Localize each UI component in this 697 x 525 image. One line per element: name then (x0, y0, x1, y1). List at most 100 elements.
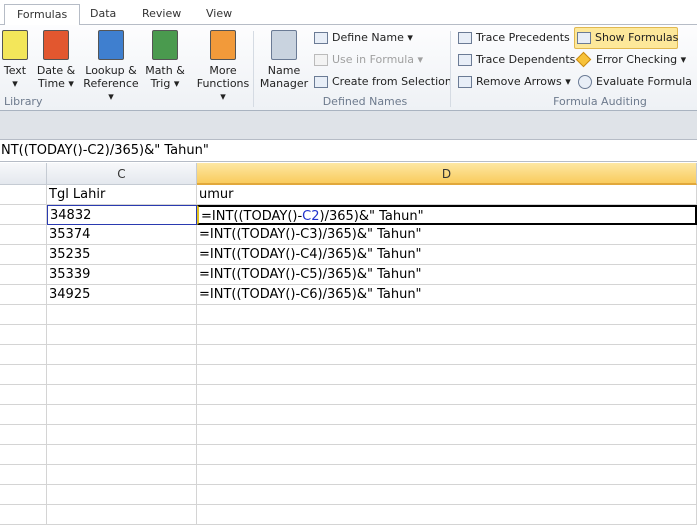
cell-d[interactable] (197, 445, 697, 465)
cell-c[interactable] (47, 485, 197, 505)
cell-c[interactable]: 35235 (47, 245, 197, 265)
cell[interactable] (0, 185, 47, 205)
table-row (0, 305, 697, 325)
cell[interactable] (0, 365, 47, 385)
cell[interactable] (0, 425, 47, 445)
divider (450, 31, 451, 107)
cell-d[interactable] (197, 305, 697, 325)
book-icon (98, 30, 124, 60)
cell-c[interactable]: 34832 (47, 205, 197, 225)
cell[interactable] (0, 485, 47, 505)
cell-c[interactable] (47, 465, 197, 485)
cell-c[interactable] (47, 445, 197, 465)
cell-c[interactable] (47, 345, 197, 365)
column-header-c[interactable]: C (47, 163, 197, 185)
table-row (0, 445, 697, 465)
cell-c[interactable] (47, 365, 197, 385)
cell[interactable] (0, 505, 47, 525)
cell-d[interactable] (197, 385, 697, 405)
cell[interactable] (0, 445, 47, 465)
cell[interactable] (0, 325, 47, 345)
cell-d[interactable]: =INT((TODAY()-C4)/365)&" Tahun" (197, 245, 697, 265)
cell-c[interactable] (47, 385, 197, 405)
fx-icon (314, 54, 328, 66)
book-icon (2, 30, 28, 60)
cell-c[interactable]: Tgl Lahir (47, 185, 197, 205)
cell-c[interactable]: 34925 (47, 285, 197, 305)
table-row: 35235 =INT((TODAY()-C4)/365)&" Tahun" (0, 245, 697, 265)
cell-d[interactable]: =INT((TODAY()-C3)/365)&" Tahun" (197, 225, 697, 245)
book-icon (152, 30, 178, 60)
remove-arrows-icon (458, 76, 472, 88)
label: Math & (145, 64, 185, 77)
function-library-button[interactable]: Math & Trig ▾ (142, 28, 188, 90)
cell-d[interactable] (197, 465, 697, 485)
function-library-button[interactable]: Date & Time ▾ (36, 28, 76, 90)
cell-c[interactable] (47, 305, 197, 325)
cell-c[interactable] (47, 425, 197, 445)
trace-dependents-button[interactable]: Trace Dependents (456, 50, 575, 70)
trace-precedents-button[interactable]: Trace Precedents (456, 28, 570, 48)
cell-c[interactable] (47, 325, 197, 345)
label: More (209, 64, 237, 77)
table-row (0, 425, 697, 445)
cell-d[interactable] (197, 505, 697, 525)
name-manager-button[interactable]: Name Manager (258, 28, 310, 90)
create-from-selection-button[interactable]: Create from Selection (312, 72, 452, 92)
ribbon: Text ▾ Date & Time ▾ Lookup & Reference ▾ Math… (0, 25, 697, 111)
group-label-library: Library (4, 95, 43, 108)
cell-d[interactable] (197, 485, 697, 505)
cell-c[interactable]: 35339 (47, 265, 197, 285)
cell[interactable] (0, 245, 47, 265)
use-in-formula-button[interactable]: Use in Formula ▾ (312, 50, 423, 70)
cell[interactable] (0, 225, 47, 245)
cell[interactable] (0, 285, 47, 305)
cell-d[interactable]: =INT((TODAY()-C6)/365)&" Tahun" (197, 285, 697, 305)
formula-bar[interactable]: NT((TODAY()-C2)/365)&" Tahun" (0, 140, 697, 162)
evaluate-formula-icon (578, 75, 592, 89)
cell[interactable] (0, 345, 47, 365)
tab-data[interactable]: Data (78, 4, 128, 25)
tab-review[interactable]: Review (130, 4, 193, 25)
cell[interactable] (0, 385, 47, 405)
cell[interactable] (0, 265, 47, 285)
define-name-button[interactable]: Define Name ▾ (312, 28, 413, 48)
cell-c[interactable] (47, 405, 197, 425)
function-library-button[interactable]: Lookup & Reference ▾ (82, 28, 140, 103)
cell-c[interactable]: 35374 (47, 225, 197, 245)
cell-d[interactable]: umur (197, 185, 697, 205)
cell-d[interactable] (197, 425, 697, 445)
cell-d[interactable]: =INT((TODAY()-C5)/365)&" Tahun" (197, 265, 697, 285)
label: Time ▾ (38, 77, 74, 90)
label: Show Formulas (595, 31, 679, 44)
tab-formulas[interactable]: Formulas (4, 4, 81, 26)
cell[interactable] (0, 465, 47, 485)
table-row (0, 485, 697, 505)
cell[interactable] (0, 405, 47, 425)
cell[interactable] (0, 305, 47, 325)
function-library-button[interactable]: Text ▾ (2, 28, 28, 90)
function-library-button[interactable]: More Functions ▾ (196, 28, 250, 103)
remove-arrows-button[interactable]: Remove Arrows ▾ (456, 72, 571, 92)
label: Reference ▾ (83, 77, 139, 103)
cell-d[interactable] (197, 345, 697, 365)
group-label-formula-auditing: Formula Auditing (553, 95, 647, 108)
tab-view[interactable]: View (194, 4, 244, 25)
label: Trace Dependents (476, 53, 576, 66)
cell[interactable] (0, 205, 47, 225)
cell-d[interactable]: =INT((TODAY()-C2)/365)&" Tahun" (197, 205, 697, 225)
label: Trig ▾ (150, 77, 180, 90)
cell-d[interactable] (197, 365, 697, 385)
cell-d[interactable] (197, 325, 697, 345)
label: Create from Selection (332, 75, 452, 88)
column-header-d[interactable]: D (197, 163, 697, 185)
warning-icon (575, 51, 592, 68)
column-header-b[interactable] (0, 163, 47, 185)
show-formulas-button[interactable]: Show Formulas (574, 27, 678, 49)
error-checking-button[interactable]: Error Checking ▾ (575, 50, 686, 70)
label: Use in Formula ▾ (332, 53, 424, 66)
evaluate-formula-button[interactable]: Evaluate Formula (576, 72, 692, 92)
cell-c[interactable] (47, 505, 197, 525)
show-formulas-icon (577, 32, 591, 44)
cell-d[interactable] (197, 405, 697, 425)
